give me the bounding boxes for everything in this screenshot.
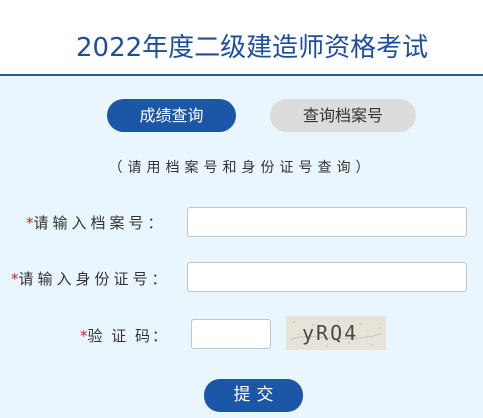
- required-mark: *: [11, 270, 19, 288]
- submit-button[interactable]: 提交: [204, 379, 303, 412]
- archive-number-label: 请输入档案号：: [33, 214, 167, 232]
- id-number-input[interactable]: [187, 262, 467, 292]
- captcha-image-text: yRQ4: [302, 321, 358, 345]
- archive-number-input[interactable]: [187, 207, 467, 237]
- captcha-label: 验 证 码：: [87, 327, 170, 345]
- id-number-label-group: *请输入身份证号：: [11, 268, 171, 289]
- tab-score-query[interactable]: 成绩查询: [107, 99, 236, 132]
- captcha-input[interactable]: [191, 319, 271, 349]
- required-mark: *: [80, 327, 88, 345]
- archive-number-label-group: *请输入档案号：: [26, 212, 167, 233]
- query-hint: （请用档案号和身份证号查询）: [108, 160, 375, 176]
- captcha-label-group: *验 证 码：: [80, 325, 169, 346]
- tab-archive-number-query[interactable]: 查询档案号: [270, 99, 416, 132]
- page-title: 2022年度二级建造师资格考试: [76, 33, 429, 63]
- page-header: 2022年度二级建造师资格考试: [0, 0, 483, 76]
- captcha-image[interactable]: yRQ4: [286, 316, 386, 350]
- id-number-label: 请输入身份证号：: [18, 270, 171, 288]
- required-mark: *: [26, 214, 34, 232]
